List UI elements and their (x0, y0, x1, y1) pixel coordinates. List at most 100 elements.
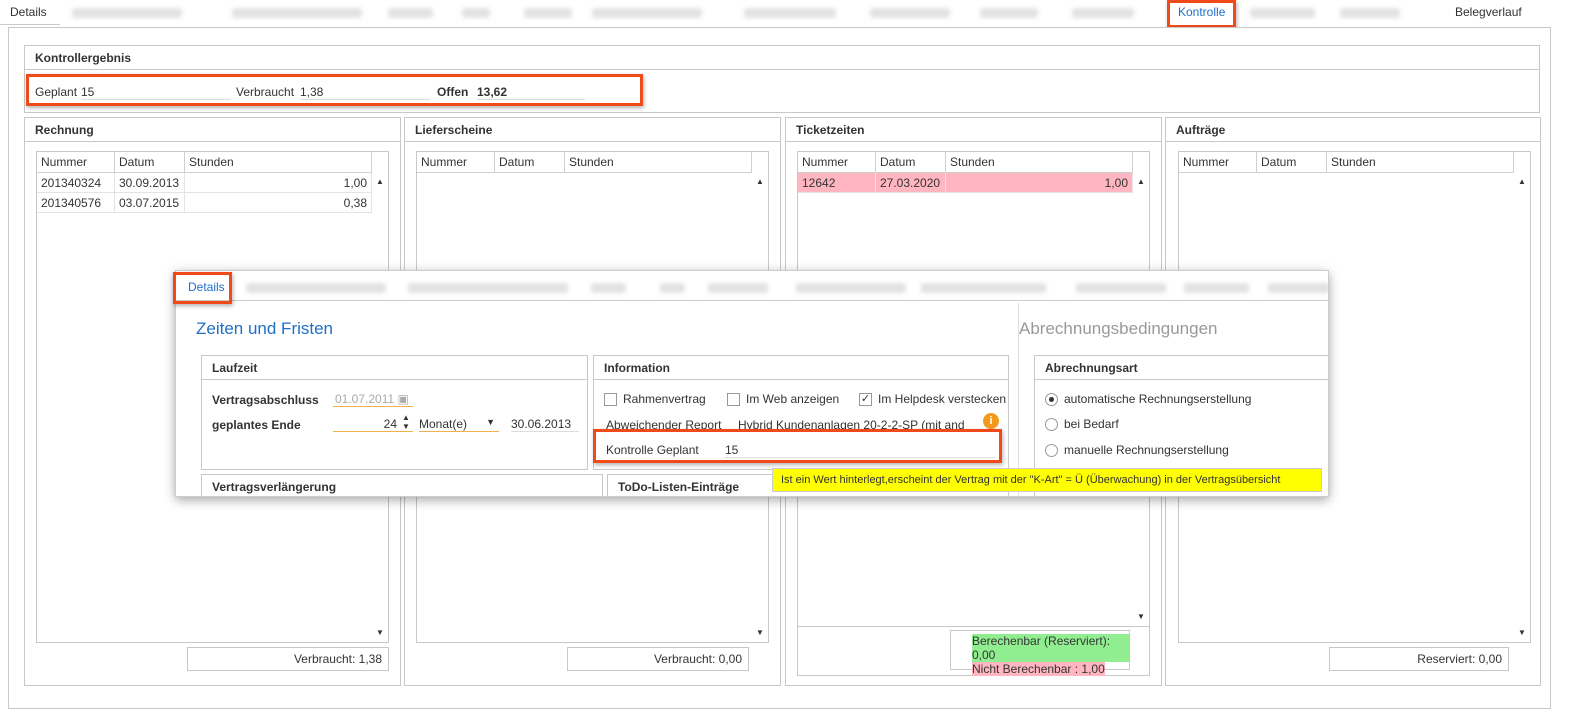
cell-datum[interactable]: 30.09.2013 (115, 173, 185, 193)
panel-title: Aufträge (1166, 118, 1540, 142)
radio[interactable] (1045, 418, 1058, 432)
vertragsabschluss-label: Vertragsabschluss (212, 393, 319, 407)
tab-blurred[interactable] (1184, 283, 1249, 293)
col-nummer[interactable]: Nummer (798, 152, 876, 173)
tab-blurred[interactable] (1072, 8, 1134, 18)
scroll-down-icon[interactable]: ▼ (373, 626, 387, 640)
tab-blurred[interactable] (870, 8, 950, 18)
col-stunden[interactable]: Stunden (946, 152, 1133, 173)
scroll-up-icon[interactable]: ▲ (1134, 175, 1148, 189)
tab-belegverlauf[interactable]: Belegverlauf (1455, 5, 1522, 23)
ende-label: geplantes Ende (212, 418, 301, 432)
rahmenvertrag-checkbox[interactable]: Rahmenvertrag (604, 392, 706, 407)
helpdesk-checkbox[interactable]: ✓ Im Helpdesk verstecken (859, 392, 1007, 407)
tab-blurred[interactable] (1250, 8, 1315, 18)
checkbox-label: Rahmenvertrag (623, 392, 706, 406)
group-title: Kontrollergebnis (25, 46, 1539, 70)
col-stunden[interactable]: Stunden (565, 152, 752, 173)
tab-blurred[interactable] (232, 8, 362, 18)
tab-blurred[interactable] (408, 283, 568, 293)
cell-stunden[interactable]: 1,00 (946, 173, 1133, 193)
col-stunden[interactable]: Stunden (1327, 152, 1514, 173)
spinner-arrows-icon[interactable]: ▲ ▼ (402, 413, 410, 431)
tab-blurred[interactable] (72, 8, 182, 18)
col-datum[interactable]: Datum (495, 152, 565, 173)
cell-nummer[interactable]: 201340576 (37, 193, 115, 213)
group-title: Abrechnungsart (1035, 356, 1328, 380)
tab-blurred[interactable] (246, 283, 386, 293)
tooltip: Ist ein Wert hinterlegt,erscheint der Ve… (772, 468, 1322, 492)
group-title: Information (594, 356, 1008, 380)
checkbox[interactable] (727, 393, 740, 407)
einheit-dropdown[interactable]: Monat(e) ▼ (419, 417, 499, 432)
highlight-box (1167, 0, 1236, 28)
einheit-value: Monat(e) (419, 417, 468, 431)
radio-manuell[interactable]: manuelle Rechnungserstellung (1045, 443, 1229, 458)
ticket-footer: Berechenbar (Reserviert): 0,00 Nicht Ber… (797, 627, 1150, 676)
col-nummer[interactable]: Nummer (37, 152, 115, 173)
im-web-checkbox[interactable]: Im Web anzeigen (727, 392, 840, 407)
tab-blurred[interactable] (524, 8, 572, 18)
col-datum[interactable]: Datum (115, 152, 185, 173)
scroll-down-icon[interactable]: ▼ (753, 626, 767, 640)
tab-blurred[interactable] (708, 283, 768, 293)
scroll-up-icon[interactable]: ▲ (1515, 175, 1529, 189)
scroll-down-icon[interactable]: ▼ (1134, 610, 1148, 624)
tab-blurred[interactable] (1268, 283, 1328, 293)
chevron-down-icon: ▼ (486, 417, 495, 427)
tab-blurred[interactable] (980, 8, 1038, 18)
radio-label: automatische Rechnungserstellung (1064, 392, 1252, 406)
checkmark-icon[interactable]: ✓ (859, 393, 872, 407)
col-datum[interactable]: Datum (1257, 152, 1327, 173)
tab-underline (0, 24, 60, 25)
checkbox-label: Im Helpdesk verstecken (878, 392, 1007, 406)
cell-stunden[interactable]: 1,00 (185, 173, 372, 193)
vertragsverlaengerung-group: Vertragsverlängerung (201, 474, 603, 496)
tab-blurred[interactable] (744, 8, 836, 18)
vertragsabschluss-field[interactable]: 01.07.2011 ▣ (333, 392, 413, 407)
scroll-up-icon[interactable]: ▲ (753, 175, 767, 189)
summary-box: Berechenbar (Reserviert): 0,00 Nicht Ber… (950, 630, 1130, 676)
tab-blurred[interactable] (462, 8, 490, 18)
cell-nummer[interactable]: 201340324 (37, 173, 115, 193)
cell-nummer[interactable]: 12642 (798, 173, 876, 193)
verbraucht-total: Verbraucht: 1,38 (187, 647, 389, 671)
reserviert-total: Reserviert: 0,00 (1329, 647, 1509, 671)
group-title: Vertragsverlängerung (202, 475, 602, 496)
date-value: 01.07.2011 (335, 392, 395, 406)
ende-spinner[interactable]: 24 (333, 417, 413, 432)
checkbox[interactable] (604, 393, 617, 407)
col-nummer[interactable]: Nummer (1179, 152, 1257, 173)
highlight-box (26, 74, 643, 106)
radio-selected[interactable] (1045, 393, 1058, 407)
cell-stunden[interactable]: 0,38 (185, 193, 372, 213)
radio[interactable] (1045, 444, 1058, 458)
col-datum[interactable]: Datum (876, 152, 946, 173)
tab-blurred[interactable] (1076, 283, 1166, 293)
panel-title: Lieferscheine (405, 118, 780, 142)
tab-blurred[interactable] (591, 283, 626, 293)
cell-datum[interactable]: 27.03.2020 (876, 173, 946, 193)
scroll-up-icon[interactable]: ▲ (373, 175, 387, 189)
col-nummer[interactable]: Nummer (417, 152, 495, 173)
radio-bei-bedarf[interactable]: bei Bedarf (1045, 417, 1119, 432)
panel-title: Ticketzeiten (786, 118, 1161, 142)
tab-blurred[interactable] (660, 283, 685, 293)
tab-blurred[interactable] (921, 283, 1046, 293)
radio-automatisch[interactable]: automatische Rechnungserstellung (1045, 392, 1252, 407)
tab-blurred[interactable] (1340, 8, 1400, 18)
tab-details[interactable]: Details (10, 5, 47, 23)
tab-blurred[interactable] (592, 8, 702, 18)
info-icon[interactable]: i (983, 413, 999, 429)
tab-blurred[interactable] (388, 8, 433, 18)
berechenbar-total: Berechenbar (Reserviert): 0,00 (972, 634, 1129, 662)
details-popup: Details Zeiten und Fristen Abrechnungsbe… (175, 270, 1329, 497)
calendar-icon[interactable]: ▣ (398, 392, 409, 406)
cell-datum[interactable]: 03.07.2015 (115, 193, 185, 213)
radio-label: manuelle Rechnungserstellung (1064, 443, 1229, 457)
checkbox-label: Im Web anzeigen (746, 392, 840, 406)
section-heading: Zeiten und Fristen (196, 319, 334, 338)
col-stunden[interactable]: Stunden (185, 152, 372, 173)
tab-blurred[interactable] (796, 283, 906, 293)
scroll-down-icon[interactable]: ▼ (1515, 626, 1529, 640)
